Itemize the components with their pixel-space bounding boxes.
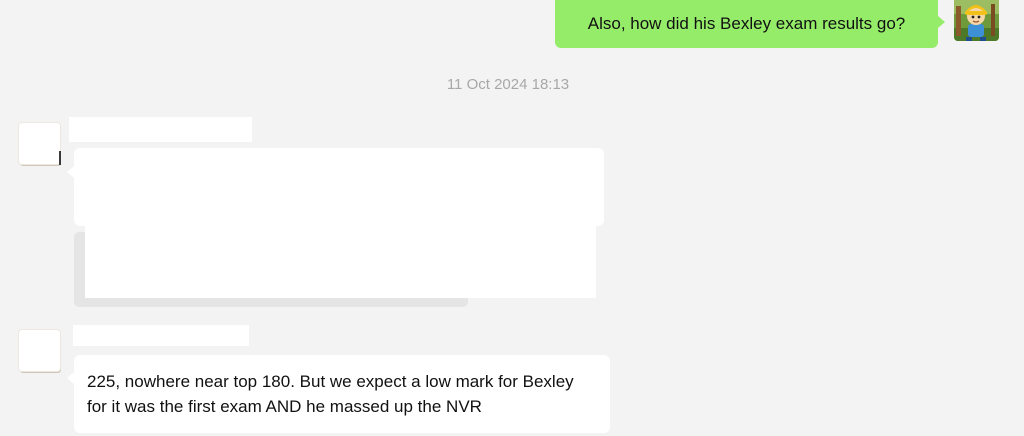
incoming-message-bubble-redacted[interactable] (74, 148, 604, 226)
incoming-bubble-tail (67, 372, 74, 384)
quoted-message-redacted (85, 226, 596, 298)
my-avatar-icon[interactable] (954, 0, 999, 41)
contact-avatar[interactable] (19, 330, 60, 371)
contact-avatar[interactable] (19, 123, 61, 165)
cartoon-avatar-icon (954, 0, 999, 41)
incoming-message-text: 225, nowhere near top 180. But we expect… (87, 372, 574, 416)
message-timestamp: 11 Oct 2024 18:13 (446, 76, 570, 93)
incoming-bubble-tail (67, 166, 74, 178)
sender-name-redacted (73, 325, 249, 346)
outgoing-message-bubble[interactable]: Also, how did his Bexley exam results go… (555, 0, 938, 48)
incoming-message-bubble[interactable]: 225, nowhere near top 180. But we expect… (74, 355, 610, 433)
chat-window: Also, how did his Bexley exam results go… (0, 0, 1024, 436)
outgoing-message-text: Also, how did his Bexley exam results go… (587, 14, 906, 33)
sender-name-redacted (69, 117, 252, 142)
outgoing-bubble-tail (938, 16, 945, 28)
